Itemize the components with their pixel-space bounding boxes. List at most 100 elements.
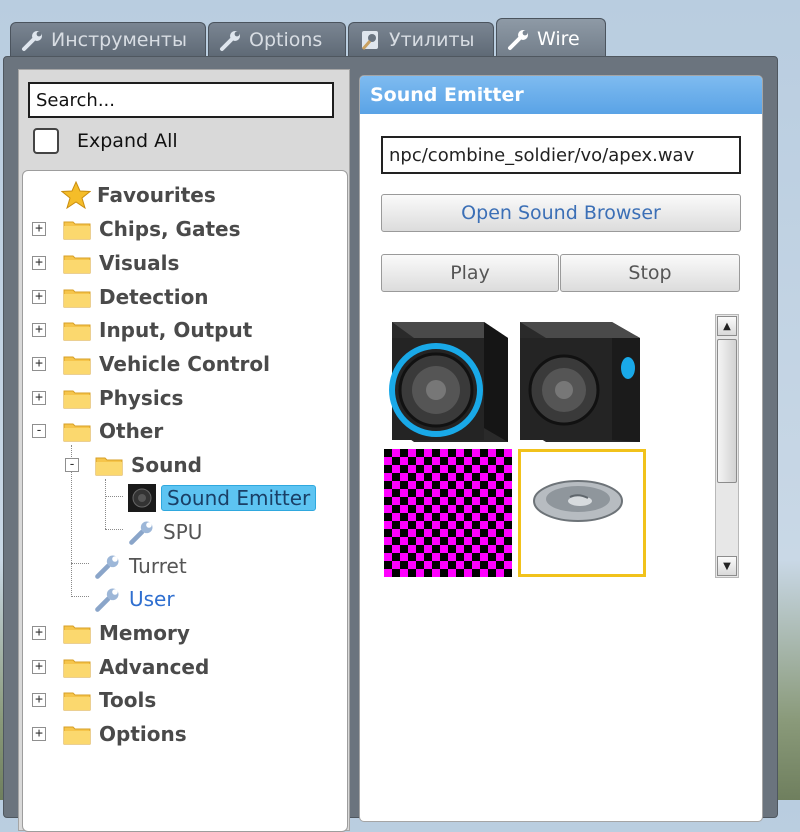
expand-toggle[interactable]: + [32,323,46,337]
tree-item-vehicle-control[interactable]: Vehicle Control [63,348,270,380]
tree-item-physics[interactable]: Physics [63,382,183,414]
tree-label: User [129,587,175,611]
tree-label: Options [99,722,187,746]
tree-label: Detection [99,285,209,309]
tree-label: Memory [99,621,190,645]
expand-all-toggle[interactable]: Expand All [33,125,178,157]
folder-icon [63,625,91,644]
expand-toggle[interactable]: + [32,660,46,674]
star-icon [61,181,91,209]
tree-line [71,596,89,597]
tool-tree: Favourites + Chips, Gates + Visuals + De… [22,170,348,832]
expand-toggle[interactable]: + [32,357,46,371]
tree-item-user[interactable]: User [93,583,175,615]
tool-settings-panel: Sound Emitter Open Sound Browser Play St… [359,75,763,822]
tab-instruments[interactable]: Инструменты [10,22,206,56]
folder-icon [63,356,91,375]
tree-label: Tools [99,688,157,712]
tree-item-favourites[interactable]: Favourites [61,179,216,211]
tree-item-memory[interactable]: Memory [63,617,190,649]
stop-button[interactable]: Stop [560,254,740,292]
tree-item-sound[interactable]: Sound [95,449,202,481]
tab-options[interactable]: Options [208,22,346,56]
collapse-toggle[interactable]: - [65,458,79,472]
tab-label: Утилиты [389,28,475,51]
expand-toggle[interactable]: + [32,626,46,640]
tool-list-panel: Expand All Favourites + Chips, Gates + [18,69,350,832]
expand-all-checkbox[interactable] [33,128,59,154]
tree-label: Vehicle Control [99,352,270,376]
tree-line [71,563,89,564]
tree-line [105,479,106,529]
tree-label: Physics [99,386,184,410]
checkerboard-texture [384,449,512,577]
expand-toggle[interactable]: + [32,222,46,236]
wrench-icon [95,588,119,612]
speaker-icon [128,484,156,512]
tree-item-detection[interactable]: Detection [63,281,209,313]
search-input[interactable] [28,82,334,118]
open-sound-browser-button[interactable]: Open Sound Browser [381,194,741,232]
folder-icon [63,390,91,409]
folder-icon [63,692,91,711]
tab-utilities[interactable]: Утилиты [348,22,494,56]
tool-frame: Expand All Favourites + Chips, Gates + [3,56,778,832]
folder-icon [63,726,91,745]
folder-icon [63,423,91,442]
scroll-up-button[interactable]: ▲ [717,316,737,336]
folder-icon [63,322,91,341]
speaker-cube-image [389,322,508,442]
sound-path-input[interactable] [381,136,741,174]
wrench-icon [508,29,528,50]
tree-label: Advanced [99,655,210,679]
panel-title: Sound Emitter [360,76,762,114]
tree-label: Turret [129,554,187,578]
speaker-cube-image [520,322,640,442]
tree-label: Sound [131,453,202,477]
folder-icon [63,221,91,240]
tab-label: Wire [537,27,580,50]
tree-item-spu[interactable]: SPU [127,516,202,548]
tree-label-selected: Sound Emitter [161,485,317,511]
scroll-down-button[interactable]: ▼ [717,556,737,576]
tree-item-visuals[interactable]: Visuals [63,247,179,279]
tree-item-sound-emitter[interactable]: Sound Emitter [127,482,317,514]
model-tile-speaker-cube-blue-ring[interactable] [384,316,512,444]
expand-toggle[interactable]: + [32,391,46,405]
tree-label: Other [99,419,164,443]
tab-wire[interactable]: Wire [496,18,606,58]
folder-icon [95,457,123,476]
expand-toggle[interactable]: + [32,727,46,741]
tree-label: Favourites [97,183,216,207]
wrench-icon [95,555,119,579]
model-tile-speaker-cube-blue-light[interactable] [516,316,644,444]
play-button[interactable]: Play [381,254,559,292]
expand-toggle[interactable]: + [32,256,46,270]
tree-label: Visuals [99,251,180,275]
expand-toggle[interactable]: + [32,693,46,707]
utilities-icon [361,30,378,50]
tree-item-turret[interactable]: Turret [93,550,187,582]
collapse-toggle[interactable]: - [32,424,46,438]
model-tile-round-speaker[interactable] [518,449,646,577]
tree-line [105,529,123,530]
tree-label: SPU [163,520,203,544]
tree-item-tools[interactable]: Tools [63,684,156,716]
folder-icon [63,289,91,308]
tree-label: Input, Output [99,318,253,342]
tab-label: Инструменты [51,28,187,51]
tree-item-chips-gates[interactable]: Chips, Gates [63,213,241,245]
tree-item-advanced[interactable]: Advanced [63,651,209,683]
expand-all-label: Expand All [77,130,178,152]
model-scrollbar[interactable]: ▲ ▼ [715,314,739,578]
scroll-thumb[interactable] [717,339,737,483]
round-speaker-image [533,480,623,522]
model-tile-missing-texture[interactable] [384,449,512,577]
tab-label: Options [249,28,323,51]
tree-item-other[interactable]: Other [63,415,163,447]
tree-line [105,496,123,497]
tree-item-input-output[interactable]: Input, Output [63,314,252,346]
tree-item-options[interactable]: Options [63,718,187,750]
expand-toggle[interactable]: + [32,290,46,304]
tree-label: Chips, Gates [99,217,241,241]
